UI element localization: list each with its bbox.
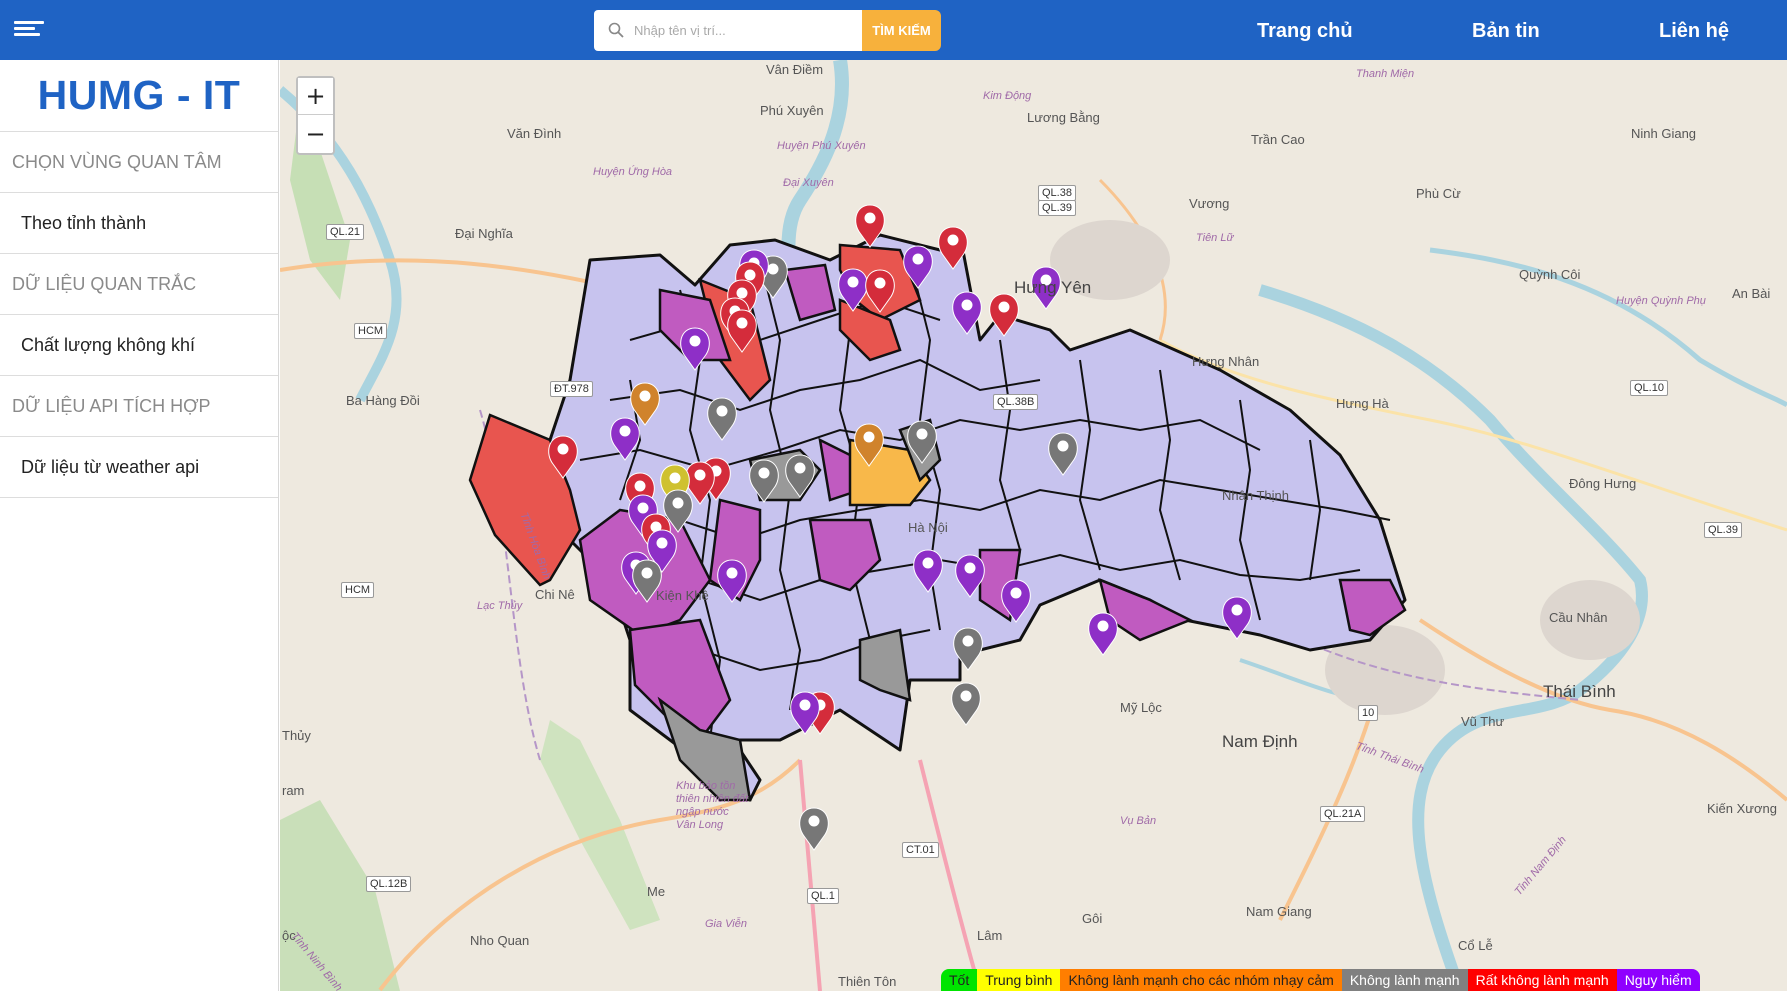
map-label: Lâm bbox=[977, 928, 1003, 943]
map-label: Trần Cao bbox=[1251, 132, 1305, 147]
map-label: Quỳnh Côi bbox=[1519, 267, 1581, 282]
map-label: Kiến Xương bbox=[1707, 801, 1777, 816]
section-heading-monitoring: DỮ LIỆU QUAN TRẮC bbox=[0, 254, 278, 315]
road-shield: ĐT.978 bbox=[550, 381, 593, 397]
map-label: Nam Định bbox=[1222, 732, 1298, 751]
map-label: Gôi bbox=[1082, 911, 1103, 926]
map-label: Hưng Nhân bbox=[1192, 354, 1260, 369]
brand-title: HUMG - IT bbox=[0, 60, 278, 132]
top-navbar: TÌM KIẾM Trang chủ Bản tin Liên hệ bbox=[0, 0, 1787, 60]
map-label: Huyện Ứng Hòa bbox=[593, 166, 673, 178]
legend-item: Tốt bbox=[941, 969, 978, 991]
road-shield: QL.21 bbox=[326, 224, 364, 240]
map-label: Thái Bình bbox=[1543, 682, 1616, 701]
road-shield: QL.10 bbox=[1630, 380, 1668, 396]
map-label: Gia Viễn bbox=[705, 918, 747, 930]
road-shield: CT.01 bbox=[902, 842, 939, 858]
map-label: Đại Xuyên bbox=[783, 177, 834, 189]
map-label: Cổ Lễ bbox=[1458, 938, 1493, 953]
nav-home[interactable]: Trang chủ bbox=[1257, 20, 1353, 43]
map-label: Đại Nghĩa bbox=[455, 226, 513, 241]
search-button[interactable]: TÌM KIẾM bbox=[862, 10, 941, 51]
section-heading-region: CHỌN VÙNG QUAN TÂM bbox=[0, 132, 278, 193]
map-label: Phù Cừ bbox=[1416, 186, 1461, 201]
map-label: Đông Hưng bbox=[1569, 476, 1637, 491]
aqi-legend: Tốt Trung bình Không lành mạnh cho các nhó… bbox=[941, 969, 1700, 991]
map-label: Huyện Quỳnh Phụ bbox=[1616, 295, 1706, 307]
road-shield: QL.21A bbox=[1320, 806, 1366, 822]
sidebar-item-weather-api[interactable]: Dữ liệu từ weather api bbox=[0, 437, 278, 498]
map-label: Vụ Bản bbox=[1120, 815, 1157, 827]
map-base-layer bbox=[280, 60, 1787, 991]
road-shield: QL.1 bbox=[807, 888, 839, 904]
road-shield: HCM bbox=[341, 582, 375, 598]
map-label: Ninh Giang bbox=[1631, 126, 1697, 141]
map-label: Nhân Thịnh bbox=[1222, 488, 1289, 503]
road-shield: HCM bbox=[354, 323, 388, 339]
map-label: Nho Quan bbox=[470, 933, 530, 948]
nav-contact[interactable]: Liên hệ bbox=[1659, 20, 1729, 43]
map-label: Thủy bbox=[282, 728, 311, 743]
map-label: Vũ Thư bbox=[1461, 714, 1505, 729]
map-label: Cầu Nhân bbox=[1549, 610, 1608, 625]
map-label: Kim Động bbox=[983, 90, 1032, 102]
zoom-control: + − bbox=[296, 76, 335, 155]
map-label: Phú Xuyên bbox=[760, 103, 824, 118]
legend-item: Không lành mạnh bbox=[1341, 969, 1468, 991]
map-label: Hưng Hà bbox=[1336, 396, 1389, 411]
map-label: Văn Đình bbox=[507, 126, 562, 141]
map-label: An Bài bbox=[1732, 286, 1771, 301]
legend-item: Không lành mạnh cho các nhóm nhạy cảm bbox=[1060, 969, 1342, 991]
map-label: Lạc Thủy bbox=[477, 600, 523, 612]
map-label: ộc bbox=[282, 928, 296, 943]
map-label: Ba Hàng Đồi bbox=[346, 393, 420, 408]
road-shield: 10 bbox=[1358, 705, 1379, 721]
road-shield: QL.38B bbox=[993, 394, 1039, 410]
map-label: Thiên Tôn bbox=[838, 974, 897, 989]
map-label: Vân Điềm bbox=[766, 62, 824, 77]
map-label: Hưng Yên bbox=[1014, 278, 1092, 297]
map-label: Me bbox=[647, 884, 666, 899]
map-label: ram bbox=[282, 783, 305, 798]
sidebar-item-air-quality[interactable]: Chất lượng không khí bbox=[0, 315, 278, 376]
map-label: Mỹ Lộc bbox=[1120, 700, 1162, 715]
search-input[interactable] bbox=[634, 10, 859, 51]
map-label: Chi Nê bbox=[535, 587, 575, 602]
map-label: Khu bảo tồn thiên nhiên đất ngập nước Vâ… bbox=[676, 780, 749, 831]
road-shield: QL.39 bbox=[1038, 200, 1076, 216]
sidebar: HUMG - IT CHỌN VÙNG QUAN TÂM Theo tỉnh t… bbox=[0, 60, 279, 991]
zoom-in-button[interactable]: + bbox=[298, 78, 333, 115]
map-label: Huyện Phú Xuyên bbox=[777, 140, 866, 152]
road-shield: QL.12B bbox=[366, 876, 412, 892]
map-label: Vương bbox=[1189, 196, 1230, 211]
search-box bbox=[594, 10, 862, 51]
map-label: Hà Nội bbox=[908, 520, 948, 535]
road-shield: QL.38 bbox=[1038, 185, 1076, 201]
map-label: Thanh Miện bbox=[1356, 68, 1415, 80]
search-icon bbox=[608, 22, 624, 38]
hamburger-menu-icon[interactable] bbox=[14, 18, 44, 42]
map-label: Lương Bằng bbox=[1027, 110, 1100, 125]
sidebar-item-province[interactable]: Theo tỉnh thành bbox=[0, 193, 278, 254]
map-label: Nam Giang bbox=[1246, 904, 1312, 919]
map-label: Kiện Khê bbox=[656, 588, 709, 603]
road-shield: QL.39 bbox=[1704, 522, 1742, 538]
map-view[interactable]: Hưng Yên Nam Định Thái Bình Vân Điềm Phú… bbox=[280, 60, 1787, 991]
legend-item: Nguy hiểm bbox=[1616, 969, 1700, 991]
legend-item: Trung bình bbox=[977, 969, 1061, 991]
map-label: Tiên Lữ bbox=[1196, 232, 1234, 244]
legend-item: Rất không lành mạnh bbox=[1467, 969, 1617, 991]
nav-news[interactable]: Bản tin bbox=[1472, 20, 1540, 43]
section-heading-api: DỮ LIỆU API TÍCH HỢP bbox=[0, 376, 278, 437]
zoom-out-button[interactable]: − bbox=[298, 115, 333, 152]
